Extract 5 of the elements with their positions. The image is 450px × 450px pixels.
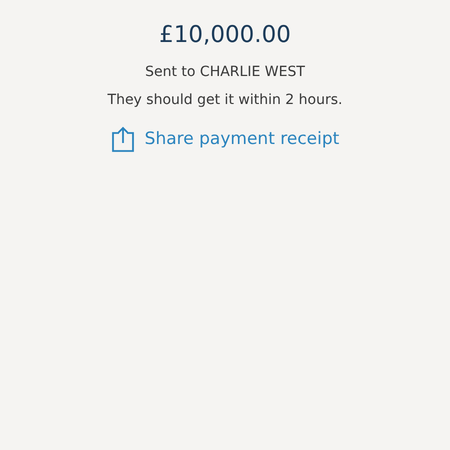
share-icon [110,126,135,152]
payment-amount: £10,000.00 [159,21,291,50]
delivery-message: They should get it within 2 hours. [108,92,342,108]
share-receipt-link[interactable]: Share payment receipt [110,126,340,152]
recipient-text: Sent to CHARLIE WEST [145,64,305,80]
